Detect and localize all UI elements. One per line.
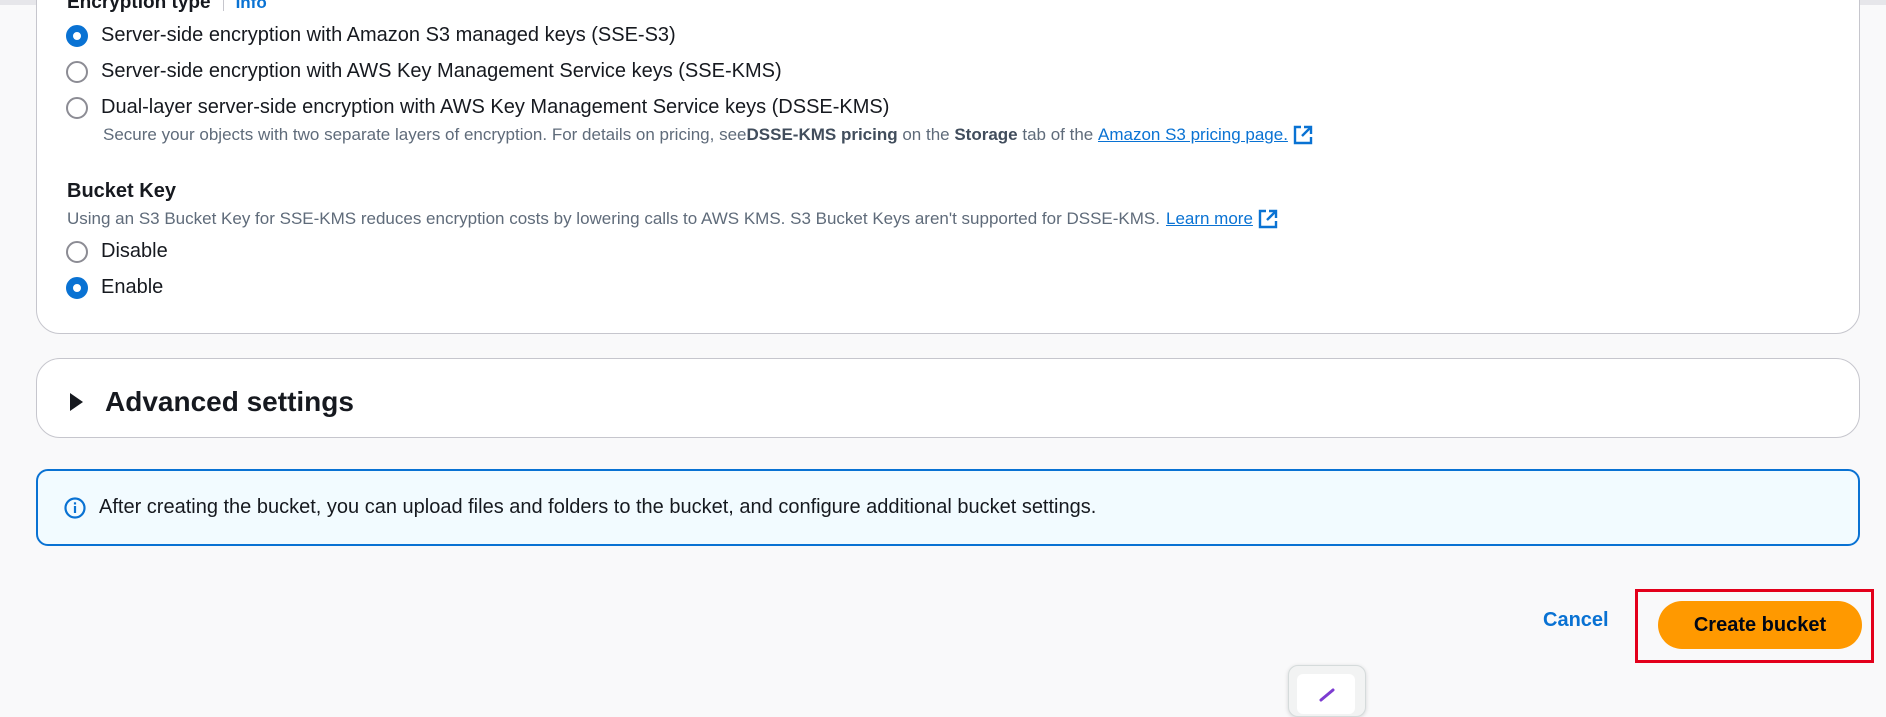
radio-label: Dual-layer server-side encryption with A… [101, 96, 890, 118]
caret-right-icon[interactable] [70, 393, 83, 411]
radio-sse-s3[interactable]: Server-side encryption with Amazon S3 ma… [66, 24, 676, 47]
cancel-button[interactable]: Cancel [1535, 605, 1617, 636]
radio-unselected-icon[interactable] [66, 60, 88, 83]
desc-bold-storage: Storage [954, 125, 1018, 144]
s3-pricing-link[interactable]: Amazon S3 pricing page. [1098, 125, 1288, 145]
info-alert: After creating the bucket, you can uploa… [36, 469, 1860, 546]
desc-text: Using an S3 Bucket Key for SSE-KMS reduc… [67, 209, 1160, 228]
default-encryption-panel [36, 0, 1860, 334]
floating-assistant-widget[interactable] [1288, 665, 1366, 717]
radio-selected-icon[interactable] [66, 24, 88, 47]
desc-text: Secure your objects with two separate la… [103, 125, 747, 144]
info-link[interactable]: Info [236, 0, 267, 13]
encryption-type-heading: Encryption type Info [67, 0, 267, 14]
radio-bucket-key-disable[interactable]: Disable [66, 240, 168, 263]
radio-bucket-key-enable[interactable]: Enable [66, 276, 163, 299]
heading-separator [222, 0, 224, 11]
desc-text: on the [897, 125, 955, 144]
bucket-key-description: Using an S3 Bucket Key for SSE-KMS reduc… [67, 208, 1279, 230]
encryption-type-label: Encryption type [67, 0, 211, 13]
external-link-icon[interactable] [1292, 124, 1314, 146]
create-bucket-button[interactable]: Create bucket [1658, 601, 1862, 649]
radio-sse-kms[interactable]: Server-side encryption with AWS Key Mana… [66, 60, 782, 83]
radio-label: Enable [101, 276, 164, 298]
advanced-settings-toggle[interactable]: Advanced settings [70, 386, 354, 418]
desc-text: tab of the [1017, 125, 1098, 144]
radio-unselected-icon[interactable] [66, 240, 88, 263]
radio-dsse-kms[interactable]: Dual-layer server-side encryption with A… [66, 96, 889, 119]
desc-bold-pricing: DSSE-KMS pricing [746, 125, 898, 144]
radio-label: Server-side encryption with AWS Key Mana… [101, 60, 782, 82]
info-alert-text: After creating the bucket, you can uploa… [99, 496, 1097, 518]
external-link-icon[interactable] [1257, 208, 1279, 230]
radio-selected-icon[interactable] [66, 276, 88, 299]
dsse-description: Secure your objects with two separate la… [103, 124, 1314, 146]
radio-label: Disable [101, 240, 168, 262]
info-icon [64, 496, 86, 519]
bucket-key-title: Bucket Key [67, 180, 176, 202]
advanced-settings-title: Advanced settings [105, 386, 354, 417]
radio-unselected-icon[interactable] [66, 96, 88, 119]
pen-icon [1319, 688, 1335, 702]
learn-more-link[interactable]: Learn more [1166, 209, 1253, 229]
radio-label: Server-side encryption with Amazon S3 ma… [101, 24, 676, 46]
